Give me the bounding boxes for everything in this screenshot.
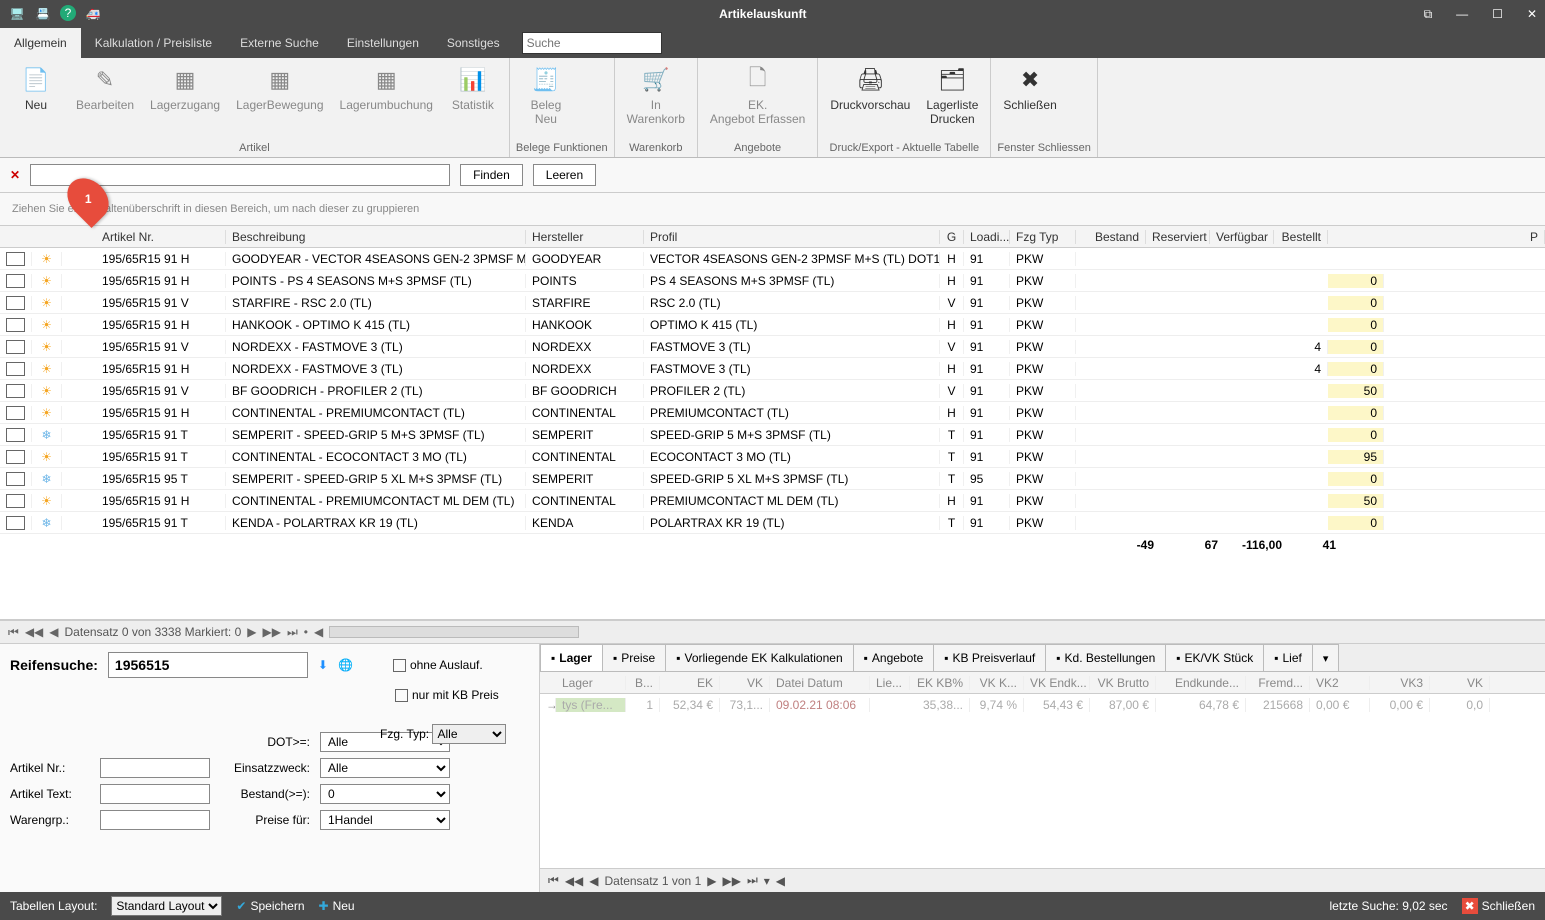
ribbon-lagerumbuchung[interactable]: ▦Lagerumbuchung bbox=[334, 62, 439, 139]
detail-tab-angebote[interactable]: ▪Angebote bbox=[853, 644, 935, 671]
einsatz-select[interactable]: Alle bbox=[320, 758, 450, 778]
find-button[interactable]: Finden bbox=[460, 164, 523, 186]
detail-tab-ek-vk-st-ck[interactable]: ▪EK/VK Stück bbox=[1165, 644, 1264, 671]
ohne-auslauf-checkbox[interactable]: ohne Auslauf. bbox=[393, 658, 483, 672]
search-row: ✕ Finden Leeren bbox=[0, 158, 1545, 193]
menubar: Allgemein Kalkulation / Preisliste Exter… bbox=[0, 28, 1545, 58]
preise-select[interactable]: 1Handel bbox=[320, 810, 450, 830]
ribbon-bearbeiten[interactable]: ✎Bearbeiten bbox=[70, 62, 140, 139]
table-row[interactable]: ☀195/65R15 91 HCONTINENTAL - PREMIUMCONT… bbox=[0, 490, 1545, 512]
filter-icon[interactable]: ▾ bbox=[764, 874, 770, 888]
nur-kb-preis-checkbox[interactable]: nur mit KB Preis bbox=[395, 688, 529, 702]
nav-first-icon[interactable]: ⏮ bbox=[8, 625, 19, 640]
detail-tab-lief[interactable]: ▪Lief bbox=[1263, 644, 1313, 671]
table-row[interactable]: ☀195/65R15 91 HNORDEXX - FASTMOVE 3 (TL)… bbox=[0, 358, 1545, 380]
nav-prev-page-icon[interactable]: ◀◀ bbox=[25, 625, 43, 639]
globe-icon[interactable]: 🌐 bbox=[338, 658, 353, 672]
tab-allgemein[interactable]: Allgemein bbox=[0, 28, 81, 58]
table-row[interactable]: ☀195/65R15 91 VBF GOODRICH - PROFILER 2 … bbox=[0, 380, 1545, 402]
table-row[interactable]: ☀195/65R15 91 TCONTINENTAL - ECOCONTACT … bbox=[0, 446, 1545, 468]
record-text: Datensatz 0 von 3338 Markiert: 0 bbox=[65, 625, 242, 639]
ribbon-druckvorschau[interactable]: 🖨Druckvorschau bbox=[824, 62, 916, 139]
minimize-icon[interactable]: — bbox=[1456, 7, 1468, 22]
new-button[interactable]: ✚Neu bbox=[319, 899, 355, 913]
table-row[interactable]: ☀195/65R15 91 VSTARFIRE - RSC 2.0 (TL)ST… bbox=[0, 292, 1545, 314]
record-bar: ⏮ ◀◀ ◀ Datensatz 0 von 3338 Markiert: 0 … bbox=[0, 620, 1545, 644]
reifensuche-label: Reifensuche: bbox=[10, 657, 98, 673]
artikel-nr-input[interactable] bbox=[100, 758, 210, 778]
table-row[interactable]: ❄195/65R15 91 TKENDA - POLARTRAX KR 19 (… bbox=[0, 512, 1545, 534]
ribbon-ek-angebot-erfassen[interactable]: 🗋EK.Angebot Erfassen bbox=[704, 62, 811, 139]
flag-icon[interactable]: 🚑 bbox=[84, 5, 102, 23]
statusbar: Tabellen Layout: Standard Layout ✔Speich… bbox=[0, 892, 1545, 920]
tab-externe[interactable]: Externe Suche bbox=[226, 28, 333, 58]
ribbon-lagerbewegung[interactable]: ▦LagerBewegung bbox=[230, 62, 329, 139]
ribbon: 📄Neu✎Bearbeiten▦Lagerzugang▦LagerBewegun… bbox=[0, 58, 1545, 158]
totals-row: -49 67 -116,00 41 bbox=[0, 534, 1545, 556]
close-icon[interactable]: ✕ bbox=[1527, 7, 1537, 22]
table-row[interactable]: ☀195/65R15 91 HGOODYEAR - VECTOR 4SEASON… bbox=[0, 248, 1545, 270]
ribbon-neu[interactable]: 📄Neu bbox=[6, 62, 66, 139]
ribbon-schlie-en[interactable]: ✖Schließen bbox=[997, 62, 1062, 139]
detail-tab-more[interactable]: ▾ bbox=[1312, 644, 1340, 671]
main-grid: Artikel Nr. Beschreibung Hersteller Prof… bbox=[0, 226, 1545, 620]
restore-icon[interactable]: ⧉ bbox=[1424, 7, 1433, 22]
h-scrollbar[interactable] bbox=[329, 626, 579, 638]
titlebar: 🖥 📇 ? 🚑 Artikelauskunft ⧉ — ☐ ✕ bbox=[0, 0, 1545, 28]
ribbon-lagerliste-drucken[interactable]: 🗂LagerlisteDrucken bbox=[920, 62, 984, 139]
ribbon-in-warenkorb[interactable]: 🛒InWarenkorb bbox=[621, 62, 691, 139]
download-icon[interactable]: ⬇ bbox=[318, 658, 328, 672]
detail-tab-kb-preisverlauf[interactable]: ▪KB Preisverlauf bbox=[933, 644, 1046, 671]
bestand-select[interactable]: 0 bbox=[320, 784, 450, 804]
maximize-icon[interactable]: ☐ bbox=[1492, 7, 1503, 22]
tab-sonstiges[interactable]: Sonstiges bbox=[433, 28, 514, 58]
table-row[interactable]: ☀195/65R15 91 HHANKOOK - OPTIMO K 415 (T… bbox=[0, 314, 1545, 336]
nav-next-page-icon[interactable]: ▶▶ bbox=[263, 625, 281, 639]
group-by-row[interactable]: Ziehen Sie eine Spaltenüberschrift in di… bbox=[0, 193, 1545, 226]
layout-select[interactable]: Standard Layout bbox=[111, 896, 222, 916]
warengrp-input[interactable] bbox=[100, 810, 210, 830]
table-row[interactable]: ☀195/65R15 91 VNORDEXX - FASTMOVE 3 (TL)… bbox=[0, 336, 1545, 358]
quick-icon-2[interactable]: 📇 bbox=[34, 5, 52, 23]
save-button[interactable]: ✔Speichern bbox=[236, 899, 304, 913]
ribbon-beleg-neu[interactable]: 🧾BelegNeu bbox=[516, 62, 576, 139]
detail-tab-lager[interactable]: ▪Lager bbox=[540, 644, 603, 671]
close-button[interactable]: ✖Schließen bbox=[1462, 898, 1535, 914]
table-row[interactable]: ❄195/65R15 91 TSEMPERIT - SPEED-GRIP 5 M… bbox=[0, 424, 1545, 446]
clear-button[interactable]: Leeren bbox=[533, 164, 596, 186]
detail-tab-kd-bestellungen[interactable]: ▪Kd. Bestellungen bbox=[1045, 644, 1166, 671]
tab-kalkulation[interactable]: Kalkulation / Preisliste bbox=[81, 28, 226, 58]
window-title: Artikelauskunft bbox=[102, 7, 1424, 21]
reifensuche-input[interactable] bbox=[108, 652, 308, 678]
nav-next-icon[interactable]: ▶ bbox=[247, 625, 256, 639]
table-row[interactable]: ❄195/65R15 95 TSEMPERIT - SPEED-GRIP 5 X… bbox=[0, 468, 1545, 490]
nav-last-icon[interactable]: ⏭ bbox=[287, 625, 298, 640]
grid-header: Artikel Nr. Beschreibung Hersteller Prof… bbox=[0, 226, 1545, 248]
artikel-text-input[interactable] bbox=[100, 784, 210, 804]
clear-search-icon[interactable]: ✕ bbox=[10, 168, 20, 182]
detail-header: LagerB...EKVKDatei DatumLie...EK KB%VK K… bbox=[540, 672, 1545, 694]
fzg-typ-select[interactable]: Alle bbox=[432, 724, 506, 744]
detail-tab-preise[interactable]: ▪Preise bbox=[602, 644, 666, 671]
nav-prev-icon[interactable]: ◀ bbox=[49, 625, 58, 639]
detail-record-bar: ⏮◀◀◀ Datensatz 1 von 1 ▶▶▶⏭ ▾ ◀ bbox=[540, 868, 1545, 892]
tab-einstellungen[interactable]: Einstellungen bbox=[333, 28, 433, 58]
table-row[interactable]: ☀195/65R15 91 HCONTINENTAL - PREMIUMCONT… bbox=[0, 402, 1545, 424]
ribbon-lagerzugang[interactable]: ▦Lagerzugang bbox=[144, 62, 226, 139]
detail-tab-vorliegende-ek-kalkulationen[interactable]: ▪Vorliegende EK Kalkulationen bbox=[665, 644, 853, 671]
last-search-text: letzte Suche: 9,02 sec bbox=[1329, 899, 1447, 913]
help-icon[interactable]: ? bbox=[60, 5, 76, 21]
nav-scroll-left-icon[interactable]: ◀ bbox=[314, 625, 323, 639]
filter-panel: Reifensuche: ⬇ 🌐 ohne Auslauf. nur mit K… bbox=[0, 644, 540, 892]
quick-icon-1[interactable]: 🖥 bbox=[8, 5, 26, 23]
detail-row[interactable]: → tys (Fre...152,34 €73,1...09.02.21 08:… bbox=[540, 694, 1545, 716]
detail-tabstrip: ▪Lager▪Preise▪Vorliegende EK Kalkulation… bbox=[540, 644, 1545, 672]
menu-search-input[interactable] bbox=[522, 32, 662, 54]
table-row[interactable]: ☀195/65R15 91 HPOINTS - PS 4 SEASONS M+S… bbox=[0, 270, 1545, 292]
ribbon-statistik[interactable]: 📊Statistik bbox=[443, 62, 503, 139]
